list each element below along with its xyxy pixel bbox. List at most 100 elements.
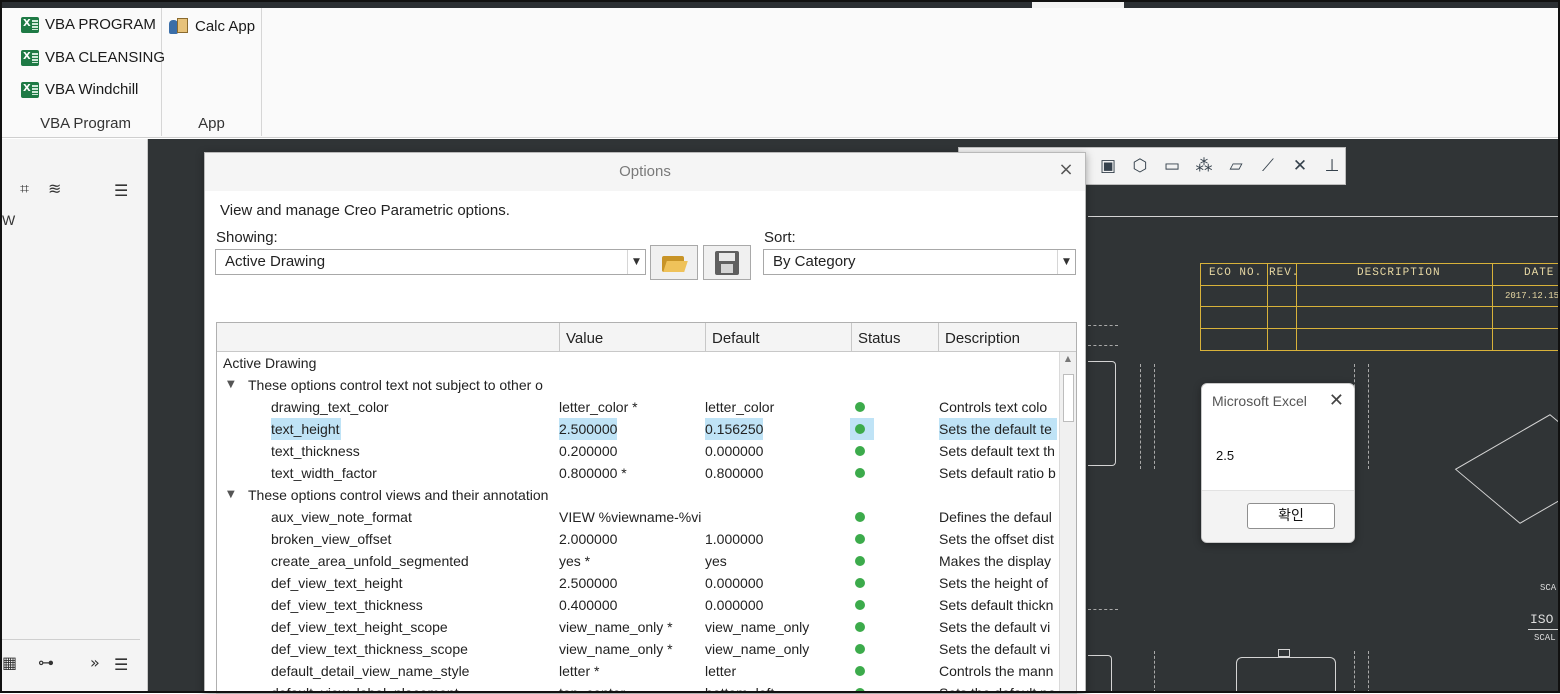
option-value[interactable]: letter * xyxy=(559,660,703,682)
tree-item-partial[interactable]: W xyxy=(2,212,15,228)
showing-dropdown[interactable]: Active Drawing ▼ xyxy=(215,249,646,275)
open-config-button[interactable] xyxy=(650,245,698,280)
option-value[interactable]: top_center xyxy=(559,682,703,693)
tree-filter-icon[interactable]: ⊶ xyxy=(38,653,54,672)
option-value[interactable]: 0.800000 * xyxy=(559,462,703,484)
tree-root-row[interactable]: Active Drawing xyxy=(217,352,1059,374)
option-default: 1.000000 xyxy=(705,531,764,547)
status-cell xyxy=(850,572,874,594)
option-row[interactable]: def_view_text_thickness 0.400000 0.000000 S… xyxy=(217,594,1059,616)
option-row[interactable]: drawing_text_color letter_color * letter_c… xyxy=(217,396,1059,418)
status-cell xyxy=(850,462,874,484)
drawing-scale-text: SCA xyxy=(1540,583,1557,593)
datum-points-icon[interactable]: ⁂ xyxy=(1191,156,1217,176)
datum-coords-icon[interactable]: ✕ xyxy=(1287,156,1313,176)
expand-more-icon[interactable]: » xyxy=(90,653,100,672)
category-row[interactable]: ▼ These options control views and their a… xyxy=(217,484,1059,506)
option-name: def_view_text_height_scope xyxy=(271,619,448,635)
settings-list-icon[interactable]: ☰ xyxy=(114,655,128,674)
column-header-description[interactable]: Description xyxy=(938,323,1076,352)
option-row[interactable]: text_thickness 0.200000 0.000000 Sets defau… xyxy=(217,440,1059,462)
option-description: Sets default text th xyxy=(939,443,1055,459)
option-row[interactable]: default_view_label_placement top_center bo… xyxy=(217,682,1059,694)
csys-icon[interactable]: ⊥ xyxy=(1319,156,1345,176)
option-name: text_height xyxy=(271,418,341,440)
option-row[interactable]: def_view_text_thickness_scope view_name_o… xyxy=(217,638,1059,660)
option-value[interactable]: view_name_only * xyxy=(559,638,703,660)
vba-windchill-button[interactable]: VBA Windchill xyxy=(21,81,138,98)
option-default: view_name_only xyxy=(705,641,810,657)
sort-dropdown[interactable]: By Category ▼ xyxy=(763,249,1076,275)
option-row[interactable]: text_width_factor 0.800000 * 0.800000 Sets … xyxy=(217,462,1059,484)
option-default: bottom_left xyxy=(705,685,775,694)
layers-icon[interactable]: ≋ xyxy=(48,179,61,198)
sort-value: By Category xyxy=(773,253,856,270)
option-row[interactable]: default_detail_view_name_style letter * le… xyxy=(217,660,1059,682)
close-icon[interactable]: × xyxy=(1055,159,1077,181)
save-config-button[interactable] xyxy=(703,245,751,280)
option-value[interactable]: 0.400000 xyxy=(559,594,703,616)
option-row[interactable]: broken_view_offset 2.000000 1.000000 Sets t… xyxy=(217,528,1059,550)
option-row[interactable]: def_view_text_height 2.500000 0.000000 Sets… xyxy=(217,572,1059,594)
option-description: Controls the mann xyxy=(939,663,1054,679)
option-description: Sets the default vi xyxy=(939,619,1051,635)
table-icon[interactable]: ▦ xyxy=(2,653,17,672)
ok-button[interactable]: 확인 xyxy=(1247,503,1335,529)
shading-icon[interactable]: ▣ xyxy=(1095,156,1121,176)
option-value[interactable]: 0.200000 xyxy=(559,440,703,462)
status-cell xyxy=(850,594,874,616)
option-value[interactable]: yes * xyxy=(559,550,703,572)
status-ok-icon xyxy=(855,578,865,588)
option-name: aux_view_note_format xyxy=(271,509,412,525)
option-value[interactable]: letter_color * xyxy=(559,396,703,418)
option-row[interactable]: text_height 2.500000 0.156250 Sets the defa… xyxy=(217,418,1059,440)
column-header-default[interactable]: Default xyxy=(705,323,851,352)
option-value[interactable]: 2.500000 xyxy=(559,418,617,440)
column-header-name[interactable] xyxy=(217,323,559,352)
close-icon[interactable]: ✕ xyxy=(1329,390,1344,411)
vertical-scrollbar[interactable]: ▲ xyxy=(1059,352,1076,693)
status-ok-icon xyxy=(855,512,865,522)
hidden-line-icon[interactable]: ▭ xyxy=(1159,156,1185,176)
scroll-up-icon[interactable]: ▲ xyxy=(1060,354,1076,366)
tree-root-label: Active Drawing xyxy=(223,355,317,371)
option-name: def_view_text_height xyxy=(271,575,403,591)
expand-triangle-icon[interactable]: ▼ xyxy=(227,374,235,396)
column-header-status[interactable]: Status xyxy=(851,323,938,352)
option-row[interactable]: create_area_unfold_segmented yes * yes Make… xyxy=(217,550,1059,572)
option-description: Sets the offset dist xyxy=(939,531,1054,547)
option-row[interactable]: aux_view_note_format VIEW %viewname-%vi De… xyxy=(217,506,1059,528)
msgbox-title: Microsoft Excel xyxy=(1212,393,1307,409)
option-description: Sets default ratio b xyxy=(939,465,1056,481)
scrollbar-thumb[interactable] xyxy=(1063,374,1074,422)
revision-header: ECO NO. xyxy=(1209,267,1263,279)
view-icon[interactable]: ⬡ xyxy=(1127,156,1153,176)
column-header-value[interactable]: Value xyxy=(559,323,705,352)
drawing-line xyxy=(1528,629,1560,630)
vba-program-button[interactable]: VBA PROGRAM xyxy=(21,16,156,33)
save-icon xyxy=(715,250,739,275)
calc-app-button[interactable]: Calc App xyxy=(169,16,255,36)
vba-cleansing-button[interactable]: VBA CLEANSING xyxy=(21,49,165,66)
option-description: Sets default thickn xyxy=(939,597,1054,613)
option-value[interactable]: VIEW %viewname-%vi xyxy=(559,506,703,528)
status-cell xyxy=(850,682,874,693)
option-name: def_view_text_thickness xyxy=(271,597,423,613)
option-row[interactable]: def_view_text_height_scope view_name_only… xyxy=(217,616,1059,638)
option-name: create_area_unfold_segmented xyxy=(271,553,469,569)
dialog-subtitle: View and manage Creo Parametric options. xyxy=(220,202,510,219)
datum-axes-icon[interactable]: ⟋ xyxy=(1255,156,1281,176)
option-value[interactable]: 2.500000 xyxy=(559,572,703,594)
option-value[interactable]: view_name_only * xyxy=(559,616,703,638)
status-ok-icon xyxy=(855,424,865,434)
option-value[interactable]: 2.000000 xyxy=(559,528,703,550)
category-row[interactable]: ▼ These options control text not subject … xyxy=(217,374,1059,396)
drawing-hidden-line xyxy=(1154,651,1155,693)
frame-icon[interactable]: ⌗ xyxy=(20,179,29,199)
excel-msgbox: Microsoft Excel ✕ 2.5 확인 xyxy=(1201,383,1355,543)
datum-planes-icon[interactable]: ▱ xyxy=(1223,156,1249,176)
drawing-hidden-line xyxy=(1088,345,1118,346)
drawing-hidden-line xyxy=(1154,364,1155,469)
expand-triangle-icon[interactable]: ▼ xyxy=(227,484,235,506)
settings-list-icon[interactable]: ☰ xyxy=(114,181,128,200)
